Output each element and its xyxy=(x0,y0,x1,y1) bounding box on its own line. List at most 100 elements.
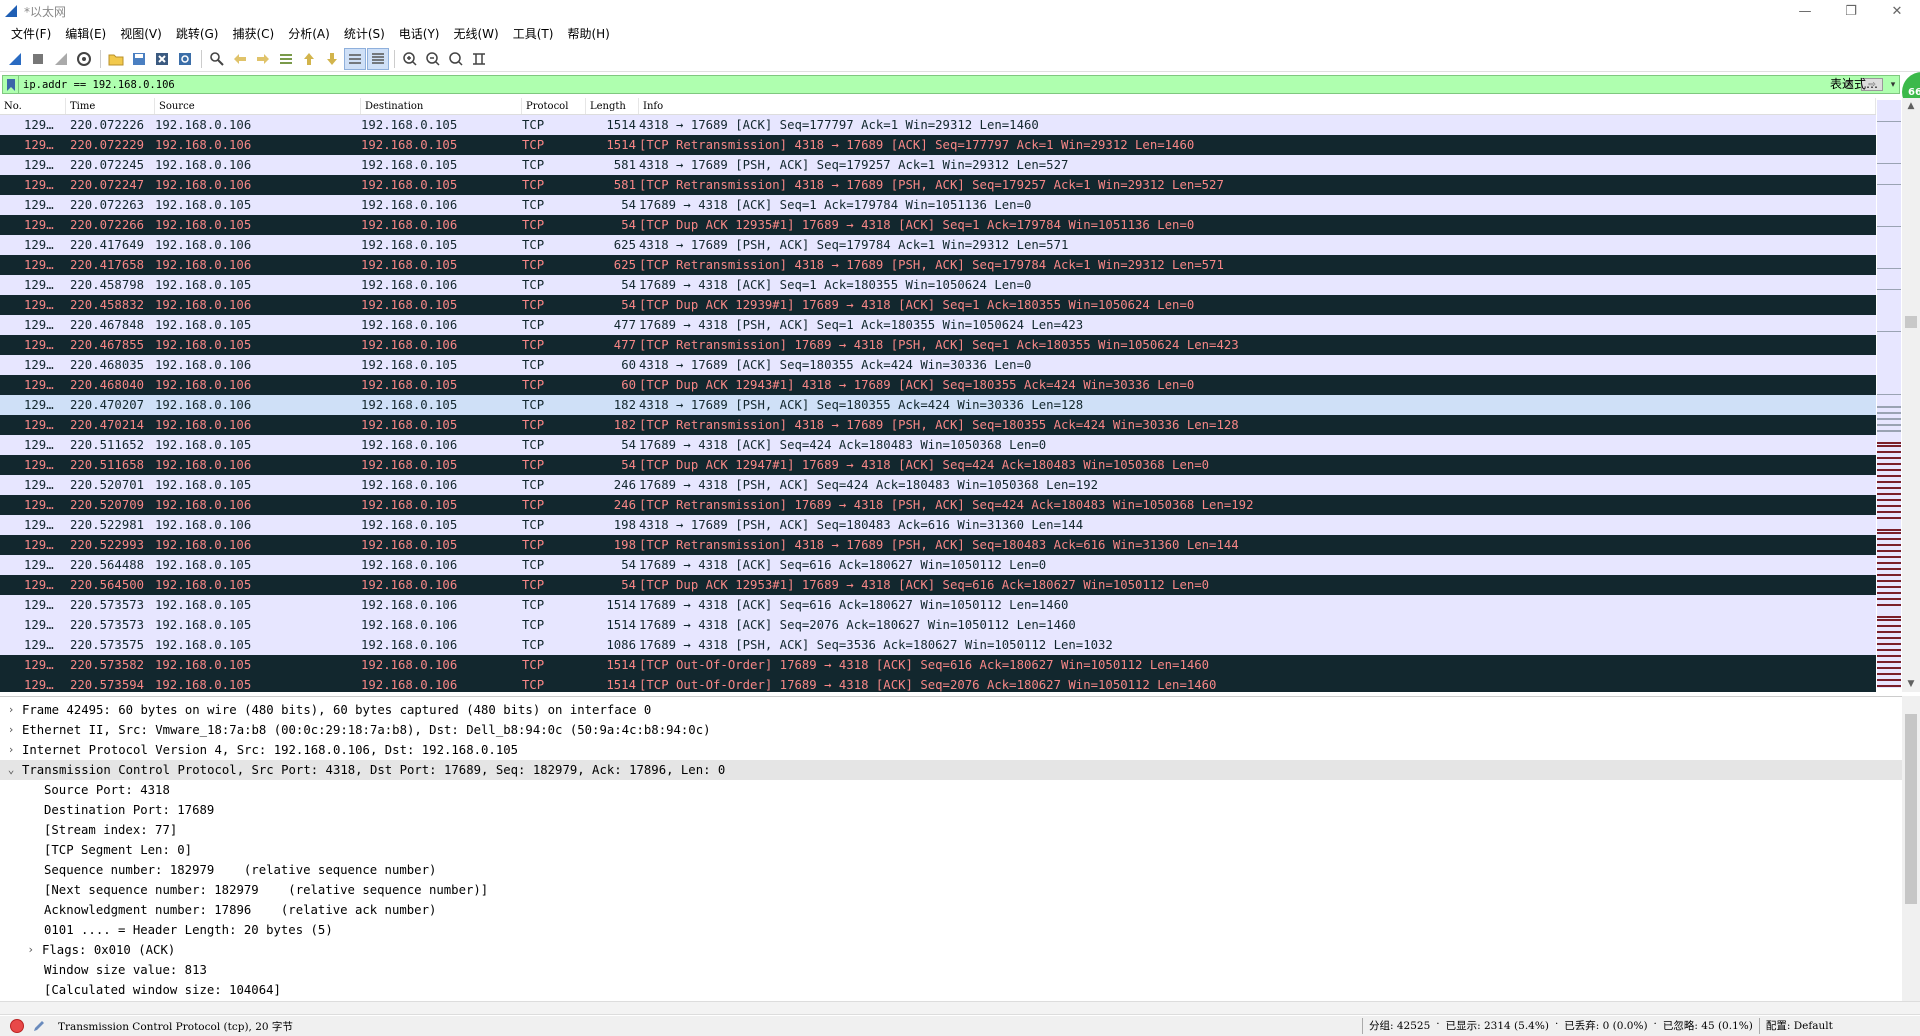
go-to-packet-icon[interactable] xyxy=(275,48,297,70)
expand-chevron-down-icon[interactable]: ⌄ xyxy=(0,760,22,780)
packet-row[interactable]: 129… 220.072263 192.168.0.105 192.168.0.106… xyxy=(0,195,1876,215)
packet-list-scroll-thumb[interactable] xyxy=(1905,316,1917,328)
packet-row[interactable]: 129… 220.072226 192.168.0.106 192.168.0.105… xyxy=(0,115,1876,135)
packet-row[interactable]: 129… 220.511658 192.168.0.106 192.168.0.105… xyxy=(0,455,1876,475)
detail-tree-item[interactable]: Window size value: 813 xyxy=(0,960,1902,980)
packet-row[interactable]: 129… 220.564500 192.168.0.105 192.168.0.106… xyxy=(0,575,1876,595)
go-back-arrow-icon[interactable] xyxy=(229,48,251,70)
packet-row[interactable]: 129… 220.573594 192.168.0.105 192.168.0.106… xyxy=(0,675,1876,692)
restore-button[interactable]: ❐ xyxy=(1828,0,1874,22)
zoom-normal-icon[interactable] xyxy=(445,48,467,70)
menu-edit[interactable]: 编辑(E) xyxy=(58,22,113,46)
column-header-no[interactable]: No. xyxy=(0,98,66,114)
column-header-info[interactable]: Info xyxy=(639,98,1876,114)
packet-row[interactable]: 129… 220.072245 192.168.0.106 192.168.0.105… xyxy=(0,155,1876,175)
first-packet-icon[interactable] xyxy=(298,48,320,70)
expand-chevron-right-icon[interactable]: › xyxy=(0,740,22,760)
open-folder-icon[interactable] xyxy=(105,48,127,70)
packet-row[interactable]: 129… 220.573573 192.168.0.105 192.168.0.106… xyxy=(0,595,1876,615)
scroll-down-arrow-icon[interactable]: ▼ xyxy=(1902,676,1920,692)
expert-info-red-dot-icon[interactable] xyxy=(10,1019,24,1033)
last-packet-icon[interactable] xyxy=(321,48,343,70)
resize-columns-icon[interactable] xyxy=(468,48,490,70)
detail-tree-item[interactable]: › Internet Protocol Version 4, Src: 192.1… xyxy=(0,740,1902,760)
packet-row[interactable]: 129… 220.573575 192.168.0.105 192.168.0.106… xyxy=(0,635,1876,655)
packet-row[interactable]: 129… 220.417658 192.168.0.106 192.168.0.105… xyxy=(0,255,1876,275)
close-file-x-icon[interactable] xyxy=(151,48,173,70)
menu-analyze[interactable]: 分析(A) xyxy=(281,22,337,46)
colorize-icon[interactable] xyxy=(367,47,389,70)
menu-capture[interactable]: 捕获(C) xyxy=(225,22,281,46)
detail-tree-item[interactable]: › Flags: 0x010 (ACK) xyxy=(0,940,1902,960)
menu-wireless[interactable]: 无线(W) xyxy=(447,22,506,46)
packet-bytes-pane[interactable] xyxy=(0,1001,1920,1015)
detail-tree-item[interactable]: Destination Port: 17689 xyxy=(0,800,1902,820)
packet-row[interactable]: 129… 220.520701 192.168.0.105 192.168.0.106… xyxy=(0,475,1876,495)
packet-row[interactable]: 129… 220.470207 192.168.0.106 192.168.0.105… xyxy=(0,395,1876,415)
find-magnifier-icon[interactable] xyxy=(206,48,228,70)
packet-minimap[interactable] xyxy=(1877,100,1901,688)
column-header-source[interactable]: Source xyxy=(155,98,361,114)
go-forward-arrow-icon[interactable] xyxy=(252,48,274,70)
zoom-out-icon[interactable] xyxy=(422,48,444,70)
packet-row[interactable]: 129… 220.573582 192.168.0.105 192.168.0.106… xyxy=(0,655,1876,675)
expression-button[interactable]: 表达式… xyxy=(1830,75,1878,94)
status-profile[interactable]: 配置: Default xyxy=(1766,1018,1833,1034)
expand-chevron-right-icon[interactable]: › xyxy=(0,940,42,960)
save-file-icon[interactable] xyxy=(128,48,150,70)
menu-view[interactable]: 视图(V) xyxy=(113,22,169,46)
detail-tree-item[interactable]: [Calculated window size: 104064] xyxy=(0,980,1902,1000)
packet-row[interactable]: 129… 220.467848 192.168.0.105 192.168.0.106… xyxy=(0,315,1876,335)
zoom-in-icon[interactable] xyxy=(399,48,421,70)
detail-tree-item[interactable]: [TCP Segment Len: 0] xyxy=(0,840,1902,860)
packet-row[interactable]: 129… 220.511652 192.168.0.105 192.168.0.106… xyxy=(0,435,1876,455)
packet-row[interactable]: 129… 220.564488 192.168.0.105 192.168.0.106… xyxy=(0,555,1876,575)
packet-row[interactable]: 129… 220.072266 192.168.0.105 192.168.0.106… xyxy=(0,215,1876,235)
detail-tree-item[interactable]: › Frame 42495: 60 bytes on wire (480 bits… xyxy=(0,700,1902,720)
display-filter-input[interactable]: ip.addr == 192.168.0.106 xyxy=(19,79,1841,91)
edit-comment-pencil-icon[interactable] xyxy=(32,1019,46,1033)
menu-help[interactable]: 帮助(H) xyxy=(560,22,616,46)
shark-fin-start-icon[interactable] xyxy=(4,48,26,70)
packet-row[interactable]: 129… 220.458832 192.168.0.106 192.168.0.105… xyxy=(0,295,1876,315)
detail-tree-item[interactable]: Source Port: 4318 xyxy=(0,780,1902,800)
expand-chevron-right-icon[interactable]: › xyxy=(0,700,22,720)
minimize-button[interactable]: — xyxy=(1782,0,1828,22)
packet-row[interactable]: 129… 220.522981 192.168.0.106 192.168.0.105… xyxy=(0,515,1876,535)
packet-row[interactable]: 129… 220.522993 192.168.0.106 192.168.0.105… xyxy=(0,535,1876,555)
detail-tree-item[interactable]: [Stream index: 77] xyxy=(0,820,1902,840)
autoscroll-icon[interactable] xyxy=(344,47,366,70)
column-header-time[interactable]: Time xyxy=(66,98,155,114)
packet-row[interactable]: 129… 220.470214 192.168.0.106 192.168.0.105… xyxy=(0,415,1876,435)
menu-tools[interactable]: 工具(T) xyxy=(506,22,561,46)
menu-statistics[interactable]: 统计(S) xyxy=(337,22,392,46)
details-scroll-thumb[interactable] xyxy=(1905,714,1917,904)
menu-telephony[interactable]: 电话(Y) xyxy=(392,22,447,46)
menu-go[interactable]: 跳转(G) xyxy=(169,22,226,46)
expand-chevron-right-icon[interactable]: › xyxy=(0,720,22,740)
column-header-destination[interactable]: Destination xyxy=(361,98,522,114)
packet-row[interactable]: 129… 220.468040 192.168.0.106 192.168.0.105… xyxy=(0,375,1876,395)
packet-row[interactable]: 129… 220.458798 192.168.0.105 192.168.0.106… xyxy=(0,275,1876,295)
scroll-up-arrow-icon[interactable]: ▲ xyxy=(1902,98,1920,114)
packet-row[interactable]: 129… 220.072229 192.168.0.106 192.168.0.105… xyxy=(0,135,1876,155)
detail-tree-item[interactable]: 0101 .... = Header Length: 20 bytes (5) xyxy=(0,920,1902,940)
packet-row[interactable]: 129… 220.573573 192.168.0.105 192.168.0.106… xyxy=(0,615,1876,635)
restart-fin-icon[interactable] xyxy=(50,48,72,70)
column-header-length[interactable]: Length xyxy=(586,98,639,114)
reload-icon[interactable] xyxy=(174,48,196,70)
detail-tree-item[interactable]: ⌄ Transmission Control Protocol, Src Port… xyxy=(0,760,1902,780)
packet-row[interactable]: 129… 220.072247 192.168.0.106 192.168.0.105… xyxy=(0,175,1876,195)
detail-tree-item[interactable]: Sequence number: 182979 (relative sequen… xyxy=(0,860,1902,880)
filter-history-dropdown-icon[interactable]: ▾ xyxy=(1887,80,1899,90)
packet-row[interactable]: 129… 220.467855 192.168.0.105 192.168.0.106… xyxy=(0,335,1876,355)
bookmark-icon[interactable] xyxy=(3,76,19,93)
packet-list-scrollbar[interactable] xyxy=(1902,98,1920,692)
column-header-protocol[interactable]: Protocol xyxy=(522,98,586,114)
packet-row[interactable]: 129… 220.417649 192.168.0.106 192.168.0.105… xyxy=(0,235,1876,255)
stop-square-icon[interactable] xyxy=(27,48,49,70)
packet-row[interactable]: 129… 220.468035 192.168.0.106 192.168.0.105… xyxy=(0,355,1876,375)
close-button[interactable]: ✕ xyxy=(1874,0,1920,22)
menu-file[interactable]: 文件(F) xyxy=(4,22,58,46)
capture-options-gear-icon[interactable] xyxy=(73,48,95,70)
